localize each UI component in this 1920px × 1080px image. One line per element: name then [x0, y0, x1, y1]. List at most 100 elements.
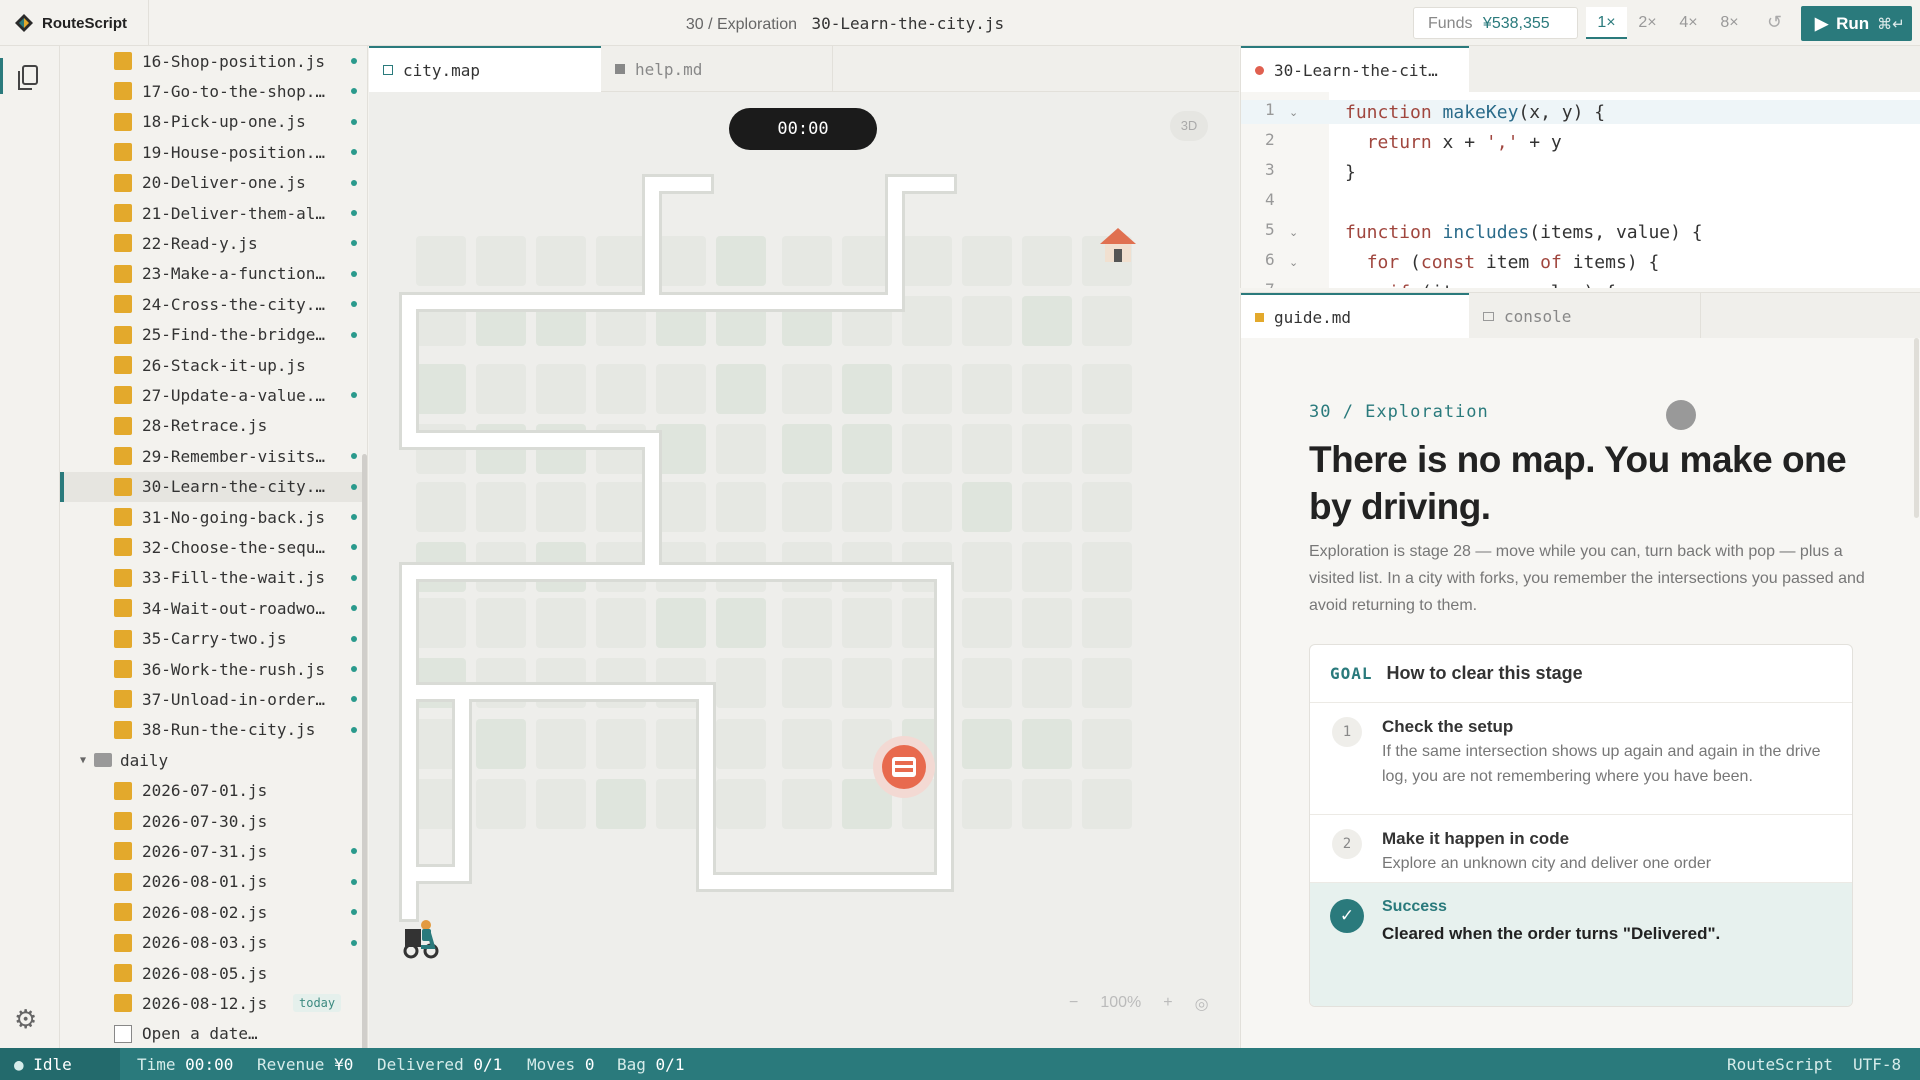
tab-label: 30-Learn-the-cit…: [1274, 60, 1438, 80]
file-tree-item[interactable]: 35-Carry-two.js: [60, 624, 367, 654]
file-tree-item[interactable]: 2026-08-01.js: [60, 867, 367, 897]
files-icon[interactable]: [16, 64, 40, 92]
step-number: 1: [1332, 717, 1362, 747]
open-date-button[interactable]: Open a date…: [60, 1019, 367, 1048]
file-tree-item[interactable]: 22-Read-y.js: [60, 228, 367, 258]
tab-city-map[interactable]: city.map: [369, 46, 601, 92]
file-tree-item[interactable]: 16-Shop-position.js: [60, 46, 367, 76]
file-name: 18-Pick-up-one.js: [142, 112, 306, 132]
city-block: [962, 658, 1012, 708]
file-tree-item[interactable]: 20-Deliver-one.js: [60, 168, 367, 198]
file-tree-item[interactable]: 2026-08-02.js: [60, 897, 367, 927]
file-tree-item[interactable]: 2026-08-03.js: [60, 928, 367, 958]
city-block: [902, 482, 952, 532]
run-button[interactable]: ▶ Run ⌘↵: [1801, 6, 1912, 41]
city-block: [962, 598, 1012, 648]
open-date-label: Open a date…: [142, 1024, 258, 1044]
fold-chevron-icon[interactable]: ⌄: [1289, 106, 1298, 119]
speed-1x-button[interactable]: 1×: [1586, 7, 1627, 39]
js-file-icon: [114, 477, 132, 496]
city-block: [842, 236, 892, 286]
line-number: 3: [1265, 160, 1275, 179]
speed-2x-button[interactable]: 2×: [1627, 7, 1668, 39]
timer-display: 00:00: [729, 108, 877, 150]
tab-label: help.md: [635, 59, 703, 79]
speed-4x-button[interactable]: 4×: [1668, 7, 1709, 39]
city-map-canvas[interactable]: 00:00 3D − 100% + ◎: [369, 92, 1239, 1048]
speed-8x-button[interactable]: 8×: [1709, 7, 1750, 39]
city-block: [536, 719, 586, 769]
file-tree-item[interactable]: 2026-07-30.js: [60, 806, 367, 836]
file-tree-item[interactable]: 31-No-going-back.js: [60, 502, 367, 532]
file-tree-item[interactable]: 27-Update-a-value.js: [60, 380, 367, 410]
file-tree-item[interactable]: 29-Remember-visits.js: [60, 441, 367, 471]
city-block: [476, 236, 526, 286]
file-tree-item[interactable]: 34-Wait-out-roadwork.js: [60, 593, 367, 623]
run-label: Run: [1836, 13, 1870, 33]
file-name: 35-Carry-two.js: [142, 629, 287, 649]
line-number: 7: [1265, 280, 1295, 288]
status-language[interactable]: RouteScript: [1727, 1055, 1833, 1074]
status-dot-icon: [351, 58, 357, 64]
status-dot-icon: [351, 149, 357, 156]
file-tree-item[interactable]: 32-Choose-the-sequence.js: [60, 532, 367, 562]
reset-icon[interactable]: ↺: [1767, 12, 1782, 33]
file-tree-item[interactable]: 38-Run-the-city.js: [60, 715, 367, 745]
js-file-icon: [114, 599, 132, 618]
status-dot-icon: [351, 696, 357, 703]
file-tree-item[interactable]: 28-Retrace.js: [60, 411, 367, 441]
file-tree-item[interactable]: 33-Fill-the-wait.js: [60, 563, 367, 593]
status-dot-icon: [351, 240, 357, 247]
js-file-icon: [114, 964, 132, 982]
folder-item-daily[interactable]: ▼ daily: [60, 745, 367, 775]
file-tree-item[interactable]: 2026-08-05.js: [60, 958, 367, 988]
city-block: [476, 482, 526, 532]
fold-chevron-icon[interactable]: ⌄: [1289, 256, 1298, 269]
gear-icon[interactable]: ⚙: [14, 1004, 37, 1035]
file-tree-item[interactable]: 26-Stack-it-up.js: [60, 350, 367, 380]
view-3d-toggle[interactable]: 3D: [1170, 111, 1208, 141]
file-tree-item[interactable]: 2026-07-01.js: [60, 776, 367, 806]
status-dot-icon: [351, 635, 357, 642]
city-block: [596, 364, 646, 414]
file-name: 22-Read-y.js: [142, 233, 258, 253]
tab-console[interactable]: console: [1469, 293, 1701, 339]
file-tree-item[interactable]: 37-Unload-in-order.js: [60, 684, 367, 714]
run-shortcut: ⌘↵: [1877, 15, 1905, 33]
recenter-icon[interactable]: ◎: [1195, 994, 1209, 1014]
file-tree-item[interactable]: 2026-07-31.js: [60, 836, 367, 866]
file-tree-item[interactable]: 19-House-position.js: [60, 137, 367, 167]
line-number: 4: [1265, 190, 1275, 209]
file-tree-item[interactable]: 17-Go-to-the-shop.js: [60, 76, 367, 106]
guide-scrollbar[interactable]: [1914, 338, 1919, 518]
file-tree-item[interactable]: 23-Make-a-function.js: [60, 259, 367, 289]
file-tree-item[interactable]: 2026-08-12.js today: [60, 988, 367, 1018]
fold-chevron-icon[interactable]: ⌄: [1289, 226, 1298, 239]
file-name: 2026-08-01.js: [142, 872, 268, 892]
file-name: 19-House-position.js: [142, 142, 334, 162]
city-block: [716, 236, 766, 286]
status-dot-icon: [351, 210, 357, 216]
file-tree-item[interactable]: 25-Find-the-bridge.js: [60, 320, 367, 350]
city-block: [476, 719, 526, 769]
shop-icon: [873, 736, 935, 798]
file-tree-item[interactable]: 21-Deliver-them-all.js: [60, 198, 367, 228]
tree-scrollbar[interactable]: [362, 454, 367, 1048]
city-block: [962, 482, 1012, 532]
file-tree-item[interactable]: 30-Learn-the-city.js: [60, 471, 367, 502]
zoom-in-button[interactable]: +: [1163, 994, 1172, 1014]
city-block: [716, 424, 766, 474]
code-editor[interactable]: 1 2 3 4 5 6 7 ⌄ ⌄ ⌄ function makeKey(x, …: [1240, 92, 1920, 288]
file-tree-item[interactable]: 36-Work-the-rush.js: [60, 654, 367, 684]
city-block: [962, 424, 1012, 474]
status-encoding[interactable]: UTF-8: [1853, 1055, 1901, 1074]
tab-guide-md[interactable]: guide.md: [1241, 293, 1469, 339]
file-tree-item[interactable]: 24-Cross-the-city.js: [60, 289, 367, 319]
tab-help-md[interactable]: help.md: [601, 46, 833, 92]
zoom-out-button[interactable]: −: [1069, 994, 1078, 1014]
status-dot-icon: [351, 270, 357, 277]
file-tree-item[interactable]: 18-Pick-up-one.js: [60, 107, 367, 137]
js-file-icon: [114, 842, 132, 861]
city-block: [902, 296, 952, 346]
tab-current-file[interactable]: 30-Learn-the-cit…: [1241, 46, 1469, 92]
